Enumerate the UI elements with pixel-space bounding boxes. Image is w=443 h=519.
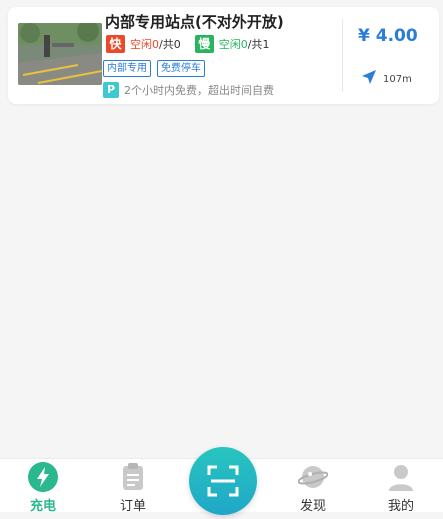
fast-total-sep: /共 — [159, 38, 174, 51]
connector-status: 快 空闲 0 /共 0 慢 空闲 0 /共 1 — [106, 35, 269, 53]
tag-internal: 内部专用 — [103, 60, 151, 77]
tab-discover-label: 发现 — [299, 499, 326, 514]
slow-idle-label: 空闲 — [218, 38, 241, 51]
navigate-button[interactable]: 107m — [361, 69, 412, 89]
station-card[interactable]: 内部专用站点(不对外开放) 快 空闲 0 /共 0 慢 空闲 0 /共 1 内部… — [8, 7, 439, 104]
tab-charge-label: 充电 — [29, 499, 56, 514]
tab-orders-label: 订单 — [119, 499, 146, 514]
parking-note: 2个小时内免费，超出时间自费 — [124, 84, 274, 97]
tab-orders[interactable]: 订单 — [103, 459, 163, 514]
scan-icon — [207, 465, 239, 497]
slow-total-count: 1 — [262, 37, 270, 51]
station-tags: 内部专用 免费停车 — [103, 60, 211, 77]
station-price: ¥ 4.00 — [358, 26, 418, 46]
tab-mine-label: 我的 — [387, 499, 414, 514]
navigation-arrow-icon — [361, 69, 377, 89]
user-icon — [386, 462, 416, 492]
slow-idle-count: 0 — [240, 37, 248, 51]
parking-icon: P — [103, 82, 119, 98]
fast-idle-count: 0 — [152, 37, 159, 51]
planet-icon — [297, 462, 329, 492]
card-divider — [342, 19, 343, 92]
fast-charge-badge: 快 — [106, 35, 125, 53]
lightning-icon — [28, 462, 58, 492]
tab-discover[interactable]: 发现 — [283, 459, 343, 514]
station-name: 内部专用站点(不对外开放) — [105, 13, 284, 31]
distance-label: 107m — [383, 73, 412, 85]
tag-free-parking: 免费停车 — [157, 60, 205, 77]
slow-total-sep: /共 — [247, 38, 263, 51]
fast-idle-label: 空闲 — [130, 38, 152, 51]
parking-info: P 2个小时内免费，超出时间自费 — [103, 82, 274, 98]
scan-button[interactable] — [189, 447, 257, 515]
tab-mine[interactable]: 我的 — [371, 459, 431, 514]
slow-charge-badge: 慢 — [194, 35, 214, 53]
tab-charge[interactable]: 充电 — [13, 459, 73, 514]
fast-total-count: 0 — [173, 37, 181, 51]
order-list-icon — [118, 462, 148, 492]
station-photo — [18, 23, 102, 85]
